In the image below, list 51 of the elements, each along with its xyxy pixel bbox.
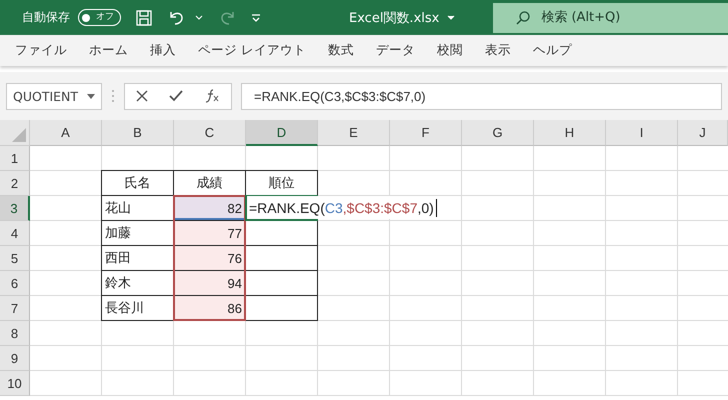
caret-icon[interactable] [447,14,456,20]
function-icon[interactable] [204,89,220,103]
ribbon-tab[interactable]: ページ レイアウト [189,42,315,59]
row-header[interactable]: 4 [0,221,30,246]
row-header[interactable]: 10 [0,371,30,396]
row-header[interactable]: 1 [0,146,30,171]
row-header[interactable]: 2 [0,171,30,196]
customize-icon[interactable] [251,12,261,22]
ribbon-tab[interactable]: 挿入 [141,42,185,59]
cell-formula[interactable]: =RANK.EQ(C3,$C$3:$C$7,0) [247,196,439,219]
table-cell: 94 [173,270,246,296]
table-cell: 76 [173,245,246,271]
column-header[interactable]: J [678,120,728,146]
row-header[interactable]: 9 [0,346,30,371]
search-field[interactable]: 検索 (Alt+Q) [493,2,728,32]
column-header[interactable]: I [606,120,678,146]
table-header-cell: 順位 [245,170,318,196]
row-header[interactable]: 6 [0,271,30,296]
autosave-toggle[interactable]: オフ [78,9,121,26]
table-header-cell: 氏名 [101,170,174,196]
row-header[interactable]: 5 [0,246,30,271]
ribbon-tab[interactable]: 表示 [476,42,520,59]
row-header[interactable]: 8 [0,321,30,346]
name-box[interactable]: QUOTIENT [6,82,102,110]
cancel-icon[interactable] [136,90,148,102]
column-header[interactable]: B [102,120,174,146]
autosave-label: 自動保存 [22,9,70,26]
column-header[interactable]: C [174,120,246,146]
table-cell: 長谷川 [101,295,174,321]
column-header[interactable]: D [246,120,318,146]
ribbon-tab[interactable]: ホーム [80,42,137,59]
row-header[interactable]: 7 [0,296,30,321]
column-header[interactable]: A [30,120,102,146]
caret-icon[interactable] [195,14,203,20]
ribbon-tab[interactable]: 数式 [318,42,363,59]
ribbon-tab[interactable]: ヘルプ [524,42,581,59]
file-title[interactable]: Excel関数.xlsx [349,8,440,26]
save-icon[interactable] [135,8,153,26]
column-header[interactable]: F [390,120,462,146]
column-header[interactable]: H [534,120,606,146]
caret-icon [87,94,95,98]
ribbon-tab[interactable]: 校閲 [428,42,472,59]
column-header[interactable]: G [462,120,534,146]
row-header[interactable]: 3 [0,196,30,221]
check-icon[interactable] [168,90,183,102]
grip-icon [111,89,115,103]
column-header[interactable]: E [318,120,390,146]
table-cell: 77 [173,220,246,246]
ribbon-tab[interactable]: データ [366,42,424,59]
ribbon-tab[interactable]: ファイル [6,42,76,59]
formula-field[interactable]: =RANK.EQ(C3,$C$3:$C$7,0) [241,82,722,110]
